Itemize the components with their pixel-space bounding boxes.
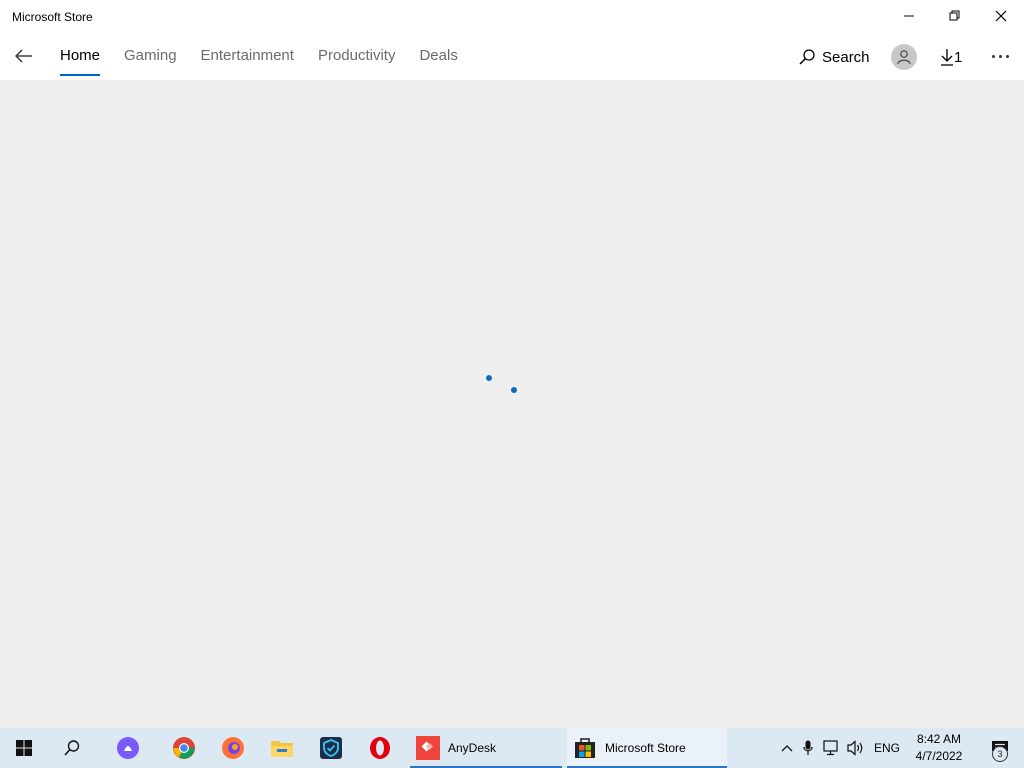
more-dot bbox=[1005, 54, 1009, 58]
start-icon bbox=[16, 740, 32, 756]
back-arrow-icon bbox=[15, 49, 32, 63]
taskbar-file-explorer[interactable] bbox=[258, 728, 306, 768]
file-explorer-icon bbox=[271, 741, 293, 757]
taskbar-clock[interactable]: 8:42 AM 4/7/2022 bbox=[906, 731, 972, 765]
clock-time: 8:42 AM bbox=[916, 732, 962, 746]
restore-button[interactable] bbox=[932, 0, 978, 32]
security-shield-icon bbox=[320, 737, 342, 759]
volume-button[interactable] bbox=[844, 740, 868, 756]
taskbar-search-button[interactable] bbox=[48, 728, 96, 768]
tab-entertainment[interactable]: Entertainment bbox=[201, 34, 294, 80]
search-button[interactable]: Search bbox=[798, 46, 870, 68]
minimize-icon bbox=[904, 15, 914, 17]
opera-icon bbox=[370, 737, 390, 759]
back-button[interactable] bbox=[8, 40, 40, 72]
taskbar-app-microsoft-store[interactable]: Microsoft Store bbox=[567, 728, 727, 768]
search-label: Search bbox=[822, 48, 870, 66]
taskbar-opera[interactable] bbox=[356, 728, 404, 768]
download-icon bbox=[941, 49, 953, 66]
search-icon bbox=[799, 49, 815, 65]
close-button[interactable] bbox=[978, 0, 1024, 32]
downloads-button[interactable]: 1 bbox=[940, 46, 962, 68]
volume-icon bbox=[847, 740, 863, 756]
window-title: Microsoft Store bbox=[12, 10, 93, 24]
more-dot bbox=[998, 54, 1002, 58]
taskbar: AnyDesk Microsoft Store ENG 8:42 AM 4/7/… bbox=[0, 728, 1024, 768]
downloads-count: 1 bbox=[954, 48, 963, 66]
cortana-icon bbox=[117, 737, 139, 759]
title-bar: Microsoft Store bbox=[0, 0, 1024, 34]
tab-productivity[interactable]: Productivity bbox=[318, 34, 396, 80]
microphone-button[interactable] bbox=[796, 740, 820, 756]
spinner-dot bbox=[486, 375, 492, 381]
taskbar-chrome[interactable] bbox=[160, 728, 208, 768]
network-icon bbox=[823, 740, 838, 756]
store-nav-bar: Home Gaming Entertainment Productivity D… bbox=[0, 34, 1024, 80]
start-button[interactable] bbox=[0, 728, 48, 768]
more-dots-icon bbox=[991, 54, 995, 58]
notification-count-badge: 3 bbox=[992, 746, 1008, 762]
taskbar-security-app[interactable] bbox=[307, 728, 355, 768]
user-avatar-icon bbox=[897, 50, 911, 65]
chrome-icon bbox=[173, 737, 195, 759]
microphone-icon bbox=[803, 740, 813, 755]
anydesk-icon bbox=[416, 736, 440, 760]
search-icon bbox=[64, 740, 80, 756]
taskbar-app-label: Microsoft Store bbox=[605, 741, 686, 755]
close-icon bbox=[995, 10, 1007, 22]
system-tray: ENG bbox=[778, 728, 900, 768]
firefox-icon bbox=[222, 737, 244, 759]
minimize-button[interactable] bbox=[886, 0, 932, 32]
account-button[interactable] bbox=[891, 44, 917, 70]
loading-spinner bbox=[480, 370, 520, 398]
taskbar-firefox[interactable] bbox=[209, 728, 257, 768]
chevron-up-icon bbox=[781, 745, 793, 752]
restore-icon bbox=[949, 10, 960, 21]
tab-deals[interactable]: Deals bbox=[419, 34, 457, 80]
tab-gaming[interactable]: Gaming bbox=[124, 34, 177, 80]
input-language[interactable]: ENG bbox=[874, 741, 900, 755]
network-button[interactable] bbox=[820, 740, 844, 756]
clock-date: 4/7/2022 bbox=[915, 749, 963, 763]
more-options-button[interactable] bbox=[986, 44, 1014, 68]
show-hidden-icons-button[interactable] bbox=[778, 744, 796, 752]
spinner-dot bbox=[511, 387, 517, 393]
nav-tabs: Home Gaming Entertainment Productivity D… bbox=[60, 34, 482, 80]
taskbar-app-label: AnyDesk bbox=[448, 741, 497, 755]
tab-home[interactable]: Home bbox=[60, 34, 101, 80]
microsoft-store-icon bbox=[575, 738, 595, 758]
taskbar-app-anydesk[interactable]: AnyDesk bbox=[410, 728, 562, 768]
taskbar-cortana[interactable] bbox=[104, 728, 152, 768]
